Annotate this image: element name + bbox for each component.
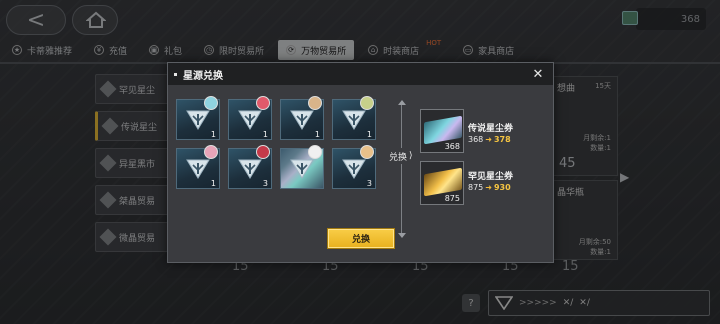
triangle-emblem-icon xyxy=(290,159,314,179)
reward-item[interactable]: 875 xyxy=(420,161,464,205)
triangle-emblem-icon xyxy=(238,159,262,179)
triangle-emblem-icon xyxy=(186,159,210,179)
character-avatar xyxy=(256,145,270,159)
stardust-exchange-modal: 星源兑换 ✕ 1111133 兑换 ⟩ 368 传说星尘券 368 ➜ 378 … xyxy=(167,62,554,263)
character-avatar xyxy=(256,96,270,110)
exchange-item-tile[interactable]: 3 xyxy=(332,145,376,189)
reward-after: 930 xyxy=(493,183,511,192)
reward-name: 罕见星尘券 xyxy=(468,172,514,182)
ticket-icon xyxy=(424,115,462,145)
reward-after: 378 xyxy=(493,135,511,144)
close-icon[interactable]: ✕ xyxy=(530,66,546,82)
triangle-emblem-icon xyxy=(186,110,210,130)
reward-qty: 875 xyxy=(444,194,460,203)
exchange-item-tile[interactable]: 1 xyxy=(176,145,220,189)
character-avatar xyxy=(360,145,374,159)
triangle-emblem-icon xyxy=(342,159,366,179)
reward-change: 368 ➜ 378 xyxy=(468,135,511,144)
triangle-emblem-icon xyxy=(290,110,314,130)
exchange-item-tile[interactable]: 3 xyxy=(228,145,272,189)
character-avatar xyxy=(204,145,218,159)
item-qty: 3 xyxy=(366,179,372,188)
exchange-divider xyxy=(397,100,407,238)
exchange-item-tile[interactable]: 1 xyxy=(176,96,220,140)
item-qty: 1 xyxy=(210,179,216,188)
arrow-up-icon xyxy=(398,100,406,105)
arrow-down-icon xyxy=(398,233,406,238)
exchange-label-text: 兑换 xyxy=(389,152,408,163)
exchange-item-tile[interactable]: 1 xyxy=(332,96,376,140)
exchange-item-tile[interactable]: 1 xyxy=(228,96,272,140)
arrow-right-icon: ➜ xyxy=(485,183,492,192)
item-qty: 1 xyxy=(210,130,216,139)
item-qty: 1 xyxy=(314,130,320,139)
title-dot xyxy=(174,72,177,76)
exchange-label: 兑换 ⟩ xyxy=(386,148,416,164)
reward-change: 875 ➜ 930 xyxy=(468,183,511,192)
triangle-emblem-icon xyxy=(238,110,262,130)
modal-title: 星源兑换 xyxy=(183,70,223,82)
character-avatar xyxy=(308,96,322,110)
character-avatar xyxy=(204,96,218,110)
confirm-exchange-button[interactable]: 兑换 xyxy=(328,229,394,248)
reward-name: 传说星尘券 xyxy=(468,124,514,134)
item-qty: 3 xyxy=(262,179,268,188)
reward-item[interactable]: 368 xyxy=(420,109,464,153)
triangle-emblem-icon xyxy=(342,110,366,130)
reward-before: 875 xyxy=(468,183,484,192)
exchange-item-tile[interactable] xyxy=(280,145,324,189)
item-qty: 1 xyxy=(366,130,372,139)
reward-before: 368 xyxy=(468,135,484,144)
character-avatar xyxy=(360,96,374,110)
chevron-right-icon: ⟩ xyxy=(409,151,413,161)
exchange-item-tile[interactable]: 1 xyxy=(280,96,324,140)
arrow-right-icon: ➜ xyxy=(485,135,492,144)
ticket-icon xyxy=(424,167,462,197)
reward-qty: 368 xyxy=(444,142,460,151)
divider-line xyxy=(401,103,402,235)
character-avatar xyxy=(308,145,322,159)
modal-header: 星源兑换 ✕ xyxy=(168,63,553,85)
item-qty: 1 xyxy=(262,130,268,139)
